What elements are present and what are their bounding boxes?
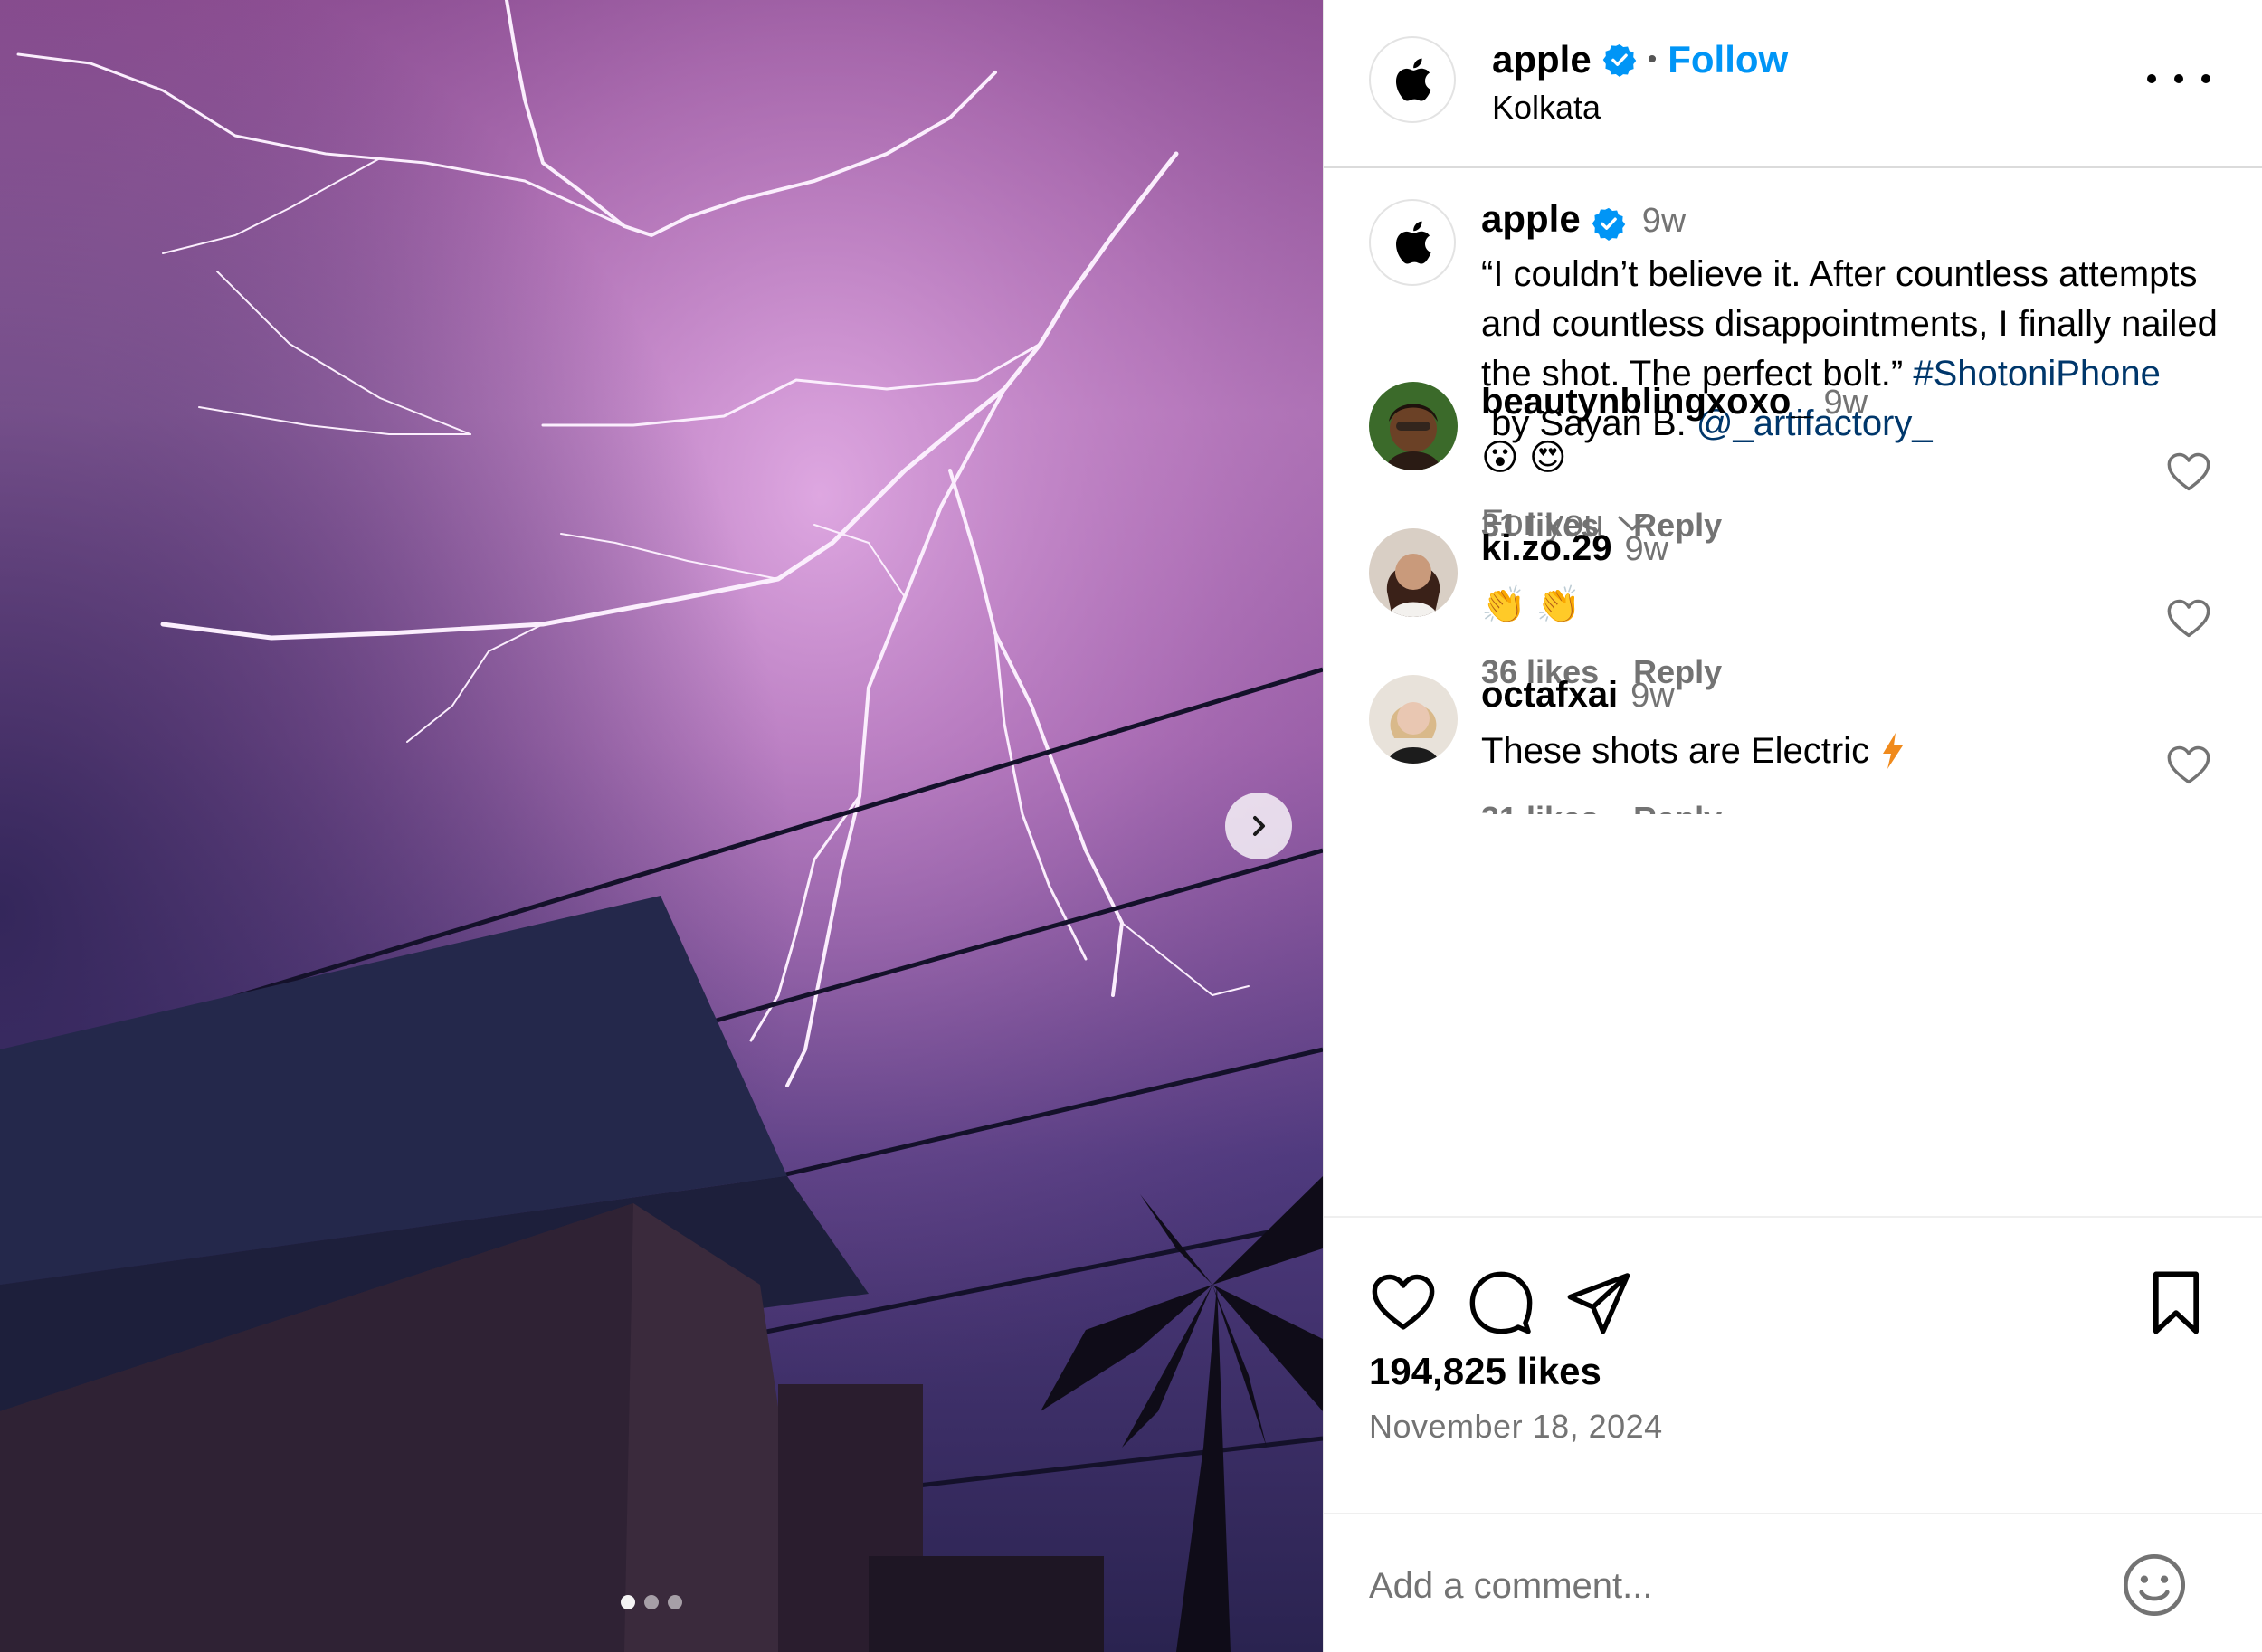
carousel-dot: [644, 1595, 659, 1609]
reply-button[interactable]: Reply: [1633, 800, 1722, 814]
post-header: apple • Follow Kolkata: [1324, 0, 2262, 168]
verified-badge-icon: [1602, 43, 1636, 77]
emoji-picker-icon[interactable]: [2120, 1551, 2189, 1619]
save-bookmark-icon[interactable]: [2142, 1268, 2210, 1337]
separator-dot: •: [1647, 44, 1658, 74]
avatar[interactable]: [1369, 36, 1456, 123]
post-date[interactable]: November 18, 2024: [1369, 1408, 1663, 1446]
next-photo-button[interactable]: [1225, 793, 1292, 859]
comment-time[interactable]: 9w: [1630, 677, 1675, 716]
heart-icon[interactable]: [2165, 595, 2212, 642]
commenter-username[interactable]: beautynblingxoxo_: [1481, 382, 1811, 422]
comment-meta: 31 likes Reply: [1481, 800, 2133, 814]
carousel-indicator: [621, 1595, 682, 1609]
post-side-panel: apple • Follow Kolkata apple 9w “I could…: [1323, 0, 2262, 1652]
follow-button[interactable]: Follow: [1668, 38, 1788, 81]
commenter-avatar[interactable]: [1369, 528, 1458, 617]
comment-text: These shots are Electric: [1481, 730, 1870, 771]
carousel-dot: [621, 1595, 635, 1609]
caption-username[interactable]: apple: [1481, 197, 1581, 241]
comment-body: beautynblingxoxo_ 9w 😮 😍 31 likes Reply: [1481, 382, 2133, 545]
comment-time[interactable]: 9w: [1824, 384, 1868, 422]
profile-photo: [1369, 382, 1458, 470]
comment-input[interactable]: [1369, 1554, 2093, 1618]
caption-avatar[interactable]: [1369, 199, 1456, 286]
carousel-dot: [668, 1595, 682, 1609]
verified-badge-icon: [1592, 207, 1625, 241]
profile-photo: [1369, 675, 1458, 764]
commenter-avatar[interactable]: [1369, 675, 1458, 764]
caption-time[interactable]: 9w: [1642, 202, 1687, 241]
more-dot: [2174, 74, 2183, 83]
profile-photo: [1369, 528, 1458, 617]
lightning-photo: [0, 0, 1323, 1652]
more-dot: [2147, 74, 2156, 83]
caption-header: apple 9w: [1481, 197, 2232, 250]
comment-text-row: These shots are Electric: [1481, 726, 2133, 776]
comment-likes[interactable]: 31 likes: [1481, 800, 1599, 814]
comment-item: octafxai 9w These shots are Electric 31 …: [1324, 675, 2262, 874]
like-count[interactable]: 194,825 likes: [1369, 1350, 1601, 1393]
post-actions: 194,825 likes November 18, 2024: [1324, 1216, 2262, 1652]
comment-header: octafxai 9w: [1481, 675, 2133, 726]
share-paper-plane-icon[interactable]: [1564, 1268, 1633, 1337]
add-comment-bar: [1324, 1513, 2262, 1652]
header-identity: apple • Follow: [1492, 34, 1788, 85]
apple-logo-icon: [1395, 221, 1431, 264]
comment-header: beautynblingxoxo_ 9w: [1481, 382, 2133, 432]
commenter-avatar[interactable]: [1369, 382, 1458, 470]
heart-icon[interactable]: [2165, 449, 2212, 496]
post-username[interactable]: apple: [1492, 38, 1592, 81]
heart-icon[interactable]: [2165, 742, 2212, 789]
chevron-right-icon: [1253, 816, 1265, 836]
post-media[interactable]: [0, 0, 1323, 1652]
comment-body: octafxai 9w These shots are Electric 31 …: [1481, 675, 2133, 814]
apple-logo-icon: [1395, 58, 1431, 101]
post-location[interactable]: Kolkata: [1492, 89, 1601, 127]
commenter-username[interactable]: octafxai: [1481, 675, 1618, 716]
comment-text: 👏 👏: [1481, 584, 1582, 625]
like-heart-icon[interactable]: [1369, 1268, 1438, 1337]
comments-section[interactable]: apple 9w “I couldn’t believe it. After c…: [1324, 170, 2262, 1216]
comment-bubble-icon[interactable]: [1467, 1268, 1535, 1337]
more-options-button[interactable]: [2147, 65, 2210, 92]
comment-time[interactable]: 9w: [1625, 530, 1669, 569]
commenter-username[interactable]: ki.zo.29: [1481, 528, 1612, 569]
more-dot: [2201, 74, 2210, 83]
comment-header: ki.zo.29 9w: [1481, 528, 2133, 579]
comment-body: ki.zo.29 9w 👏 👏 36 likes Reply: [1481, 528, 2133, 691]
comment-text: 😮 😍: [1481, 438, 1567, 478]
lightning-bolt-icon: [1883, 733, 1904, 769]
